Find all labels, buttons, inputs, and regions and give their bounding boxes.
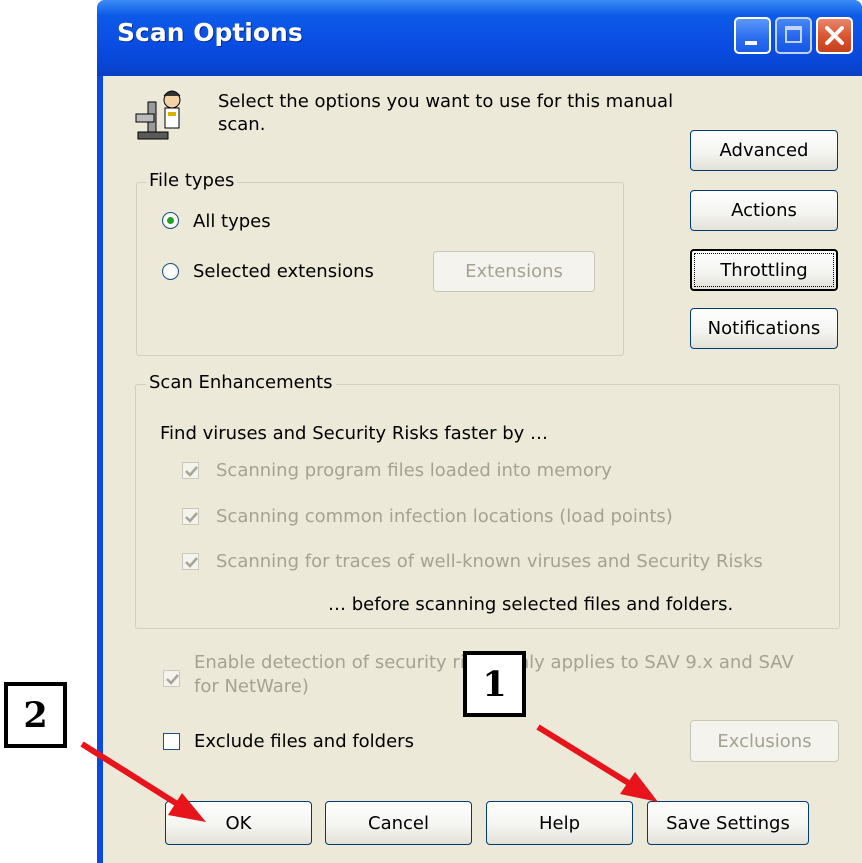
annotation-arrow-2 bbox=[80, 741, 206, 822]
annotation-arrows bbox=[80, 724, 658, 822]
annotation-arrow-1 bbox=[536, 724, 658, 802]
